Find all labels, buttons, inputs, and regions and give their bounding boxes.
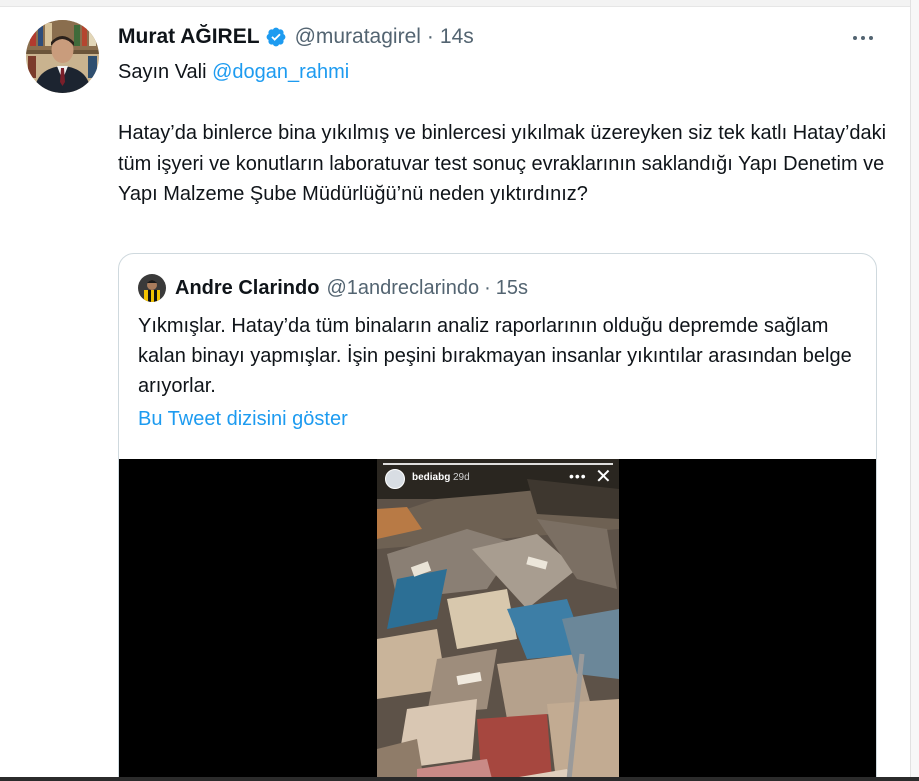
story-close-icon: ✕ [595, 466, 612, 488]
window-bottom-edge [0, 777, 919, 781]
handle[interactable]: @muratagirel [295, 25, 421, 49]
timestamp[interactable]: 14s [440, 25, 474, 49]
quoted-handle[interactable]: @1andreclarindo [326, 277, 479, 300]
show-thread-link[interactable]: Bu Tweet dizisini göster [138, 404, 348, 434]
quoted-avatar[interactable] [138, 274, 166, 302]
tweet-text-body: Hatay’da binlerce bina yıkılmış ve binle… [118, 122, 887, 205]
story-progress-bar [383, 463, 613, 465]
quoted-tweet[interactable]: Andre Clarindo @1andreclarindo · 15s Yık… [118, 253, 877, 781]
mention-link[interactable]: @dogan_rahmi [212, 61, 349, 83]
quoted-tweet-text: Yıkmışlar. Hatay’da tüm binaların analiz… [138, 315, 852, 397]
tweet-text-prefix: Sayın Vali [118, 61, 213, 83]
story-more-icon: ••• [569, 468, 587, 484]
video-media[interactable]: bediabg 29d ••• ✕ [119, 459, 876, 781]
avatar[interactable] [26, 20, 99, 93]
story-video-frame: bediabg 29d ••• ✕ [377, 459, 619, 781]
display-name[interactable]: Murat AĞIREL [118, 25, 260, 49]
quoted-display-name[interactable]: Andre Clarindo [175, 277, 319, 300]
story-username: bediabg [412, 472, 451, 483]
quoted-tweet-header: Andre Clarindo @1andreclarindo · 15s [138, 274, 528, 302]
tweet-text-first-line: Sayın Vali @dogan_rahmi [118, 57, 349, 87]
rubble-image [377, 459, 619, 781]
quoted-separator: · [484, 276, 491, 299]
more-options-icon[interactable] [848, 26, 878, 50]
window-top-edge [0, 0, 919, 7]
quoted-timestamp[interactable]: 15s [496, 277, 528, 300]
separator: · [426, 25, 434, 48]
story-avatar [385, 469, 405, 489]
verified-badge-icon [265, 26, 287, 48]
tweet-header: Murat AĞIREL @muratagirel · 14s [118, 24, 474, 50]
scrollbar[interactable] [910, 0, 919, 781]
story-age: 29d [453, 472, 470, 483]
